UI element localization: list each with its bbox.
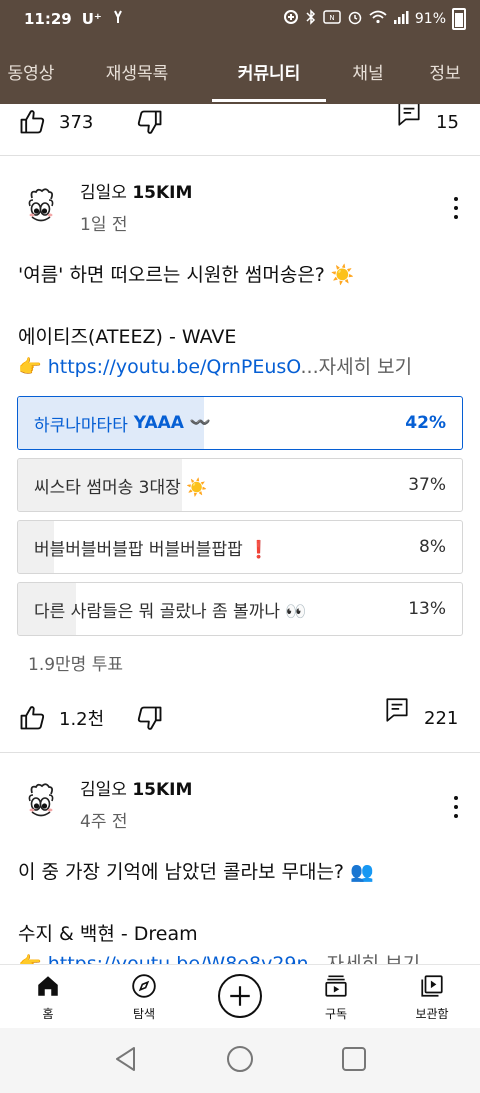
nav-create[interactable]: [192, 965, 288, 1029]
nav-library[interactable]: 보관함: [384, 965, 480, 1029]
nav-home[interactable]: 홈: [0, 965, 96, 1029]
channel-avatar[interactable]: [18, 184, 64, 230]
dislike-icon[interactable]: [136, 704, 164, 732]
read-more-link[interactable]: ...자세히 보기: [300, 356, 412, 378]
battery-icon: [452, 8, 466, 30]
carrier-label: U⁺: [81, 10, 102, 28]
status-time: 11:29: [24, 10, 72, 28]
wifi-icon: [369, 10, 387, 28]
home-icon: [35, 973, 61, 1002]
status-bar: 11:29 U⁺ N 91%: [0, 0, 480, 38]
comment-count: 15: [436, 111, 459, 133]
post-song: 에이티즈(ATEEZ) - WAVE: [18, 326, 237, 348]
svg-text:N: N: [329, 14, 334, 22]
post-link[interactable]: https://youtu.be/QrnPEusO: [48, 356, 301, 378]
tab-community[interactable]: 커뮤니티: [212, 38, 326, 104]
post-song: 수지 & 백현 - Dream: [18, 923, 198, 945]
community-post: 김일오 15KIM 1일 전 '여름' 하면 떠오르는 시원한 썸머송은? ☀️…: [0, 156, 480, 756]
post-actions: 1.2천 221: [0, 698, 480, 738]
post-link-line: 👉 https://youtu.be/W8e8v29n...자세히 보기: [18, 949, 420, 964]
post-link[interactable]: https://youtu.be/W8e8v29n: [48, 953, 309, 964]
sync-icon: [283, 9, 299, 29]
add-icon: [218, 974, 262, 1018]
channel-name[interactable]: 김일오 15KIM: [80, 775, 192, 800]
read-more-link[interactable]: ...자세히 보기: [309, 953, 421, 964]
channel-tab-bar: 동영상 재생목록 커뮤니티 채널 정보: [0, 38, 480, 104]
nav-home-label: 홈: [42, 1007, 54, 1021]
dislike-icon[interactable]: [136, 108, 164, 136]
prev-post-actions: 373 15: [0, 104, 480, 142]
poll-option-percent: 37%: [408, 475, 446, 495]
alarm-icon: [347, 9, 363, 29]
channel-name-suffix: 15KIM: [132, 183, 193, 203]
bottom-navigation: 홈 탐색 구독 보관함: [0, 964, 480, 1028]
tab-videos[interactable]: 동영상: [0, 38, 62, 104]
system-navigation-bar: [0, 1028, 480, 1093]
community-post: 김일오 15KIM 4주 전 이 중 가장 기억에 남았던 콜라보 무대는? 👥…: [0, 753, 480, 964]
channel-name-suffix: 15KIM: [132, 780, 193, 800]
post-link-line: 👉 https://youtu.be/QrnPEusO...자세히 보기: [18, 352, 412, 379]
poll-option[interactable]: 하쿠나마타타 YAAA 〰️ 42%: [17, 396, 463, 450]
more-options-button[interactable]: [446, 194, 466, 222]
poll-option-percent: 8%: [419, 537, 446, 557]
signal-icon: [393, 10, 409, 28]
like-icon[interactable]: [18, 704, 46, 732]
tab-channels[interactable]: 채널: [326, 38, 410, 104]
more-options-button[interactable]: [446, 793, 466, 821]
youtube-community-page: 11:29 U⁺ N 91% 동영상 재생목록 커뮤니티 채널 정보 373 1…: [0, 0, 480, 1093]
battery-percent: 91%: [414, 11, 446, 27]
channel-avatar[interactable]: [18, 779, 64, 825]
channel-name-text: 김일오: [80, 780, 127, 800]
notification-icon: [110, 9, 126, 29]
poll-option[interactable]: 다른 사람들은 뭐 골랐나 좀 볼까나 👀 13%: [17, 582, 463, 636]
recent-apps-icon[interactable]: [341, 1046, 367, 1076]
like-count: 373: [59, 111, 94, 133]
poll-option-percent: 13%: [408, 599, 446, 619]
like-icon[interactable]: [18, 108, 46, 136]
nav-explore[interactable]: 탐색: [96, 965, 192, 1029]
poll-option-label: 하쿠나마타타 YAAA 〰️: [34, 413, 212, 436]
comment-icon[interactable]: [384, 696, 410, 724]
community-feed: 373 15 김일오 15KIM 1일 전 '여름' 하면 떠오르는 시원한 썸…: [0, 104, 480, 964]
pointing-emoji: 👉: [18, 953, 42, 964]
nav-library-label: 보관함: [415, 1007, 449, 1021]
nav-explore-label: 탐색: [132, 1007, 156, 1021]
nfc-icon: N: [323, 10, 341, 28]
back-icon[interactable]: [113, 1045, 139, 1077]
post-time: 4주 전: [80, 812, 128, 832]
comment-count: 221: [424, 707, 459, 729]
poll-option-label: 다른 사람들은 뭐 골랐나 좀 볼까나 👀: [34, 601, 307, 622]
channel-name-text: 김일오: [80, 183, 127, 203]
home-circle-icon[interactable]: [226, 1045, 254, 1077]
poll-option-label: 버블버블버블팝 버블버블팝팝 ❗: [34, 539, 270, 560]
poll-option[interactable]: 씨스타 썸머송 3대장 ☀️ 37%: [17, 458, 463, 512]
tab-about[interactable]: 정보: [410, 38, 480, 104]
bluetooth-icon: [305, 9, 317, 29]
library-icon: [419, 973, 445, 1002]
subscriptions-icon: [323, 973, 349, 1002]
poll-vote-count: 1.9만명 투표: [28, 655, 123, 675]
comment-icon[interactable]: [396, 104, 422, 128]
poll-option-percent: 42%: [405, 413, 446, 433]
nav-subscriptions-label: 구독: [324, 1007, 348, 1021]
pointing-emoji: 👉: [18, 356, 42, 378]
poll-option-label: 씨스타 썸머송 3대장 ☀️: [34, 477, 208, 498]
post-text: 이 중 가장 기억에 남았던 콜라보 무대는? 👥: [18, 861, 374, 883]
tab-playlists[interactable]: 재생목록: [62, 38, 212, 104]
channel-name[interactable]: 김일오 15KIM: [80, 178, 192, 203]
like-count: 1.2천: [59, 709, 105, 730]
post-time: 1일 전: [80, 215, 128, 235]
nav-subscriptions[interactable]: 구독: [288, 965, 384, 1029]
explore-icon: [131, 973, 157, 1002]
poll-option[interactable]: 버블버블버블팝 버블버블팝팝 ❗ 8%: [17, 520, 463, 574]
post-text: '여름' 하면 떠오르는 시원한 썸머송은? ☀️: [18, 264, 355, 286]
